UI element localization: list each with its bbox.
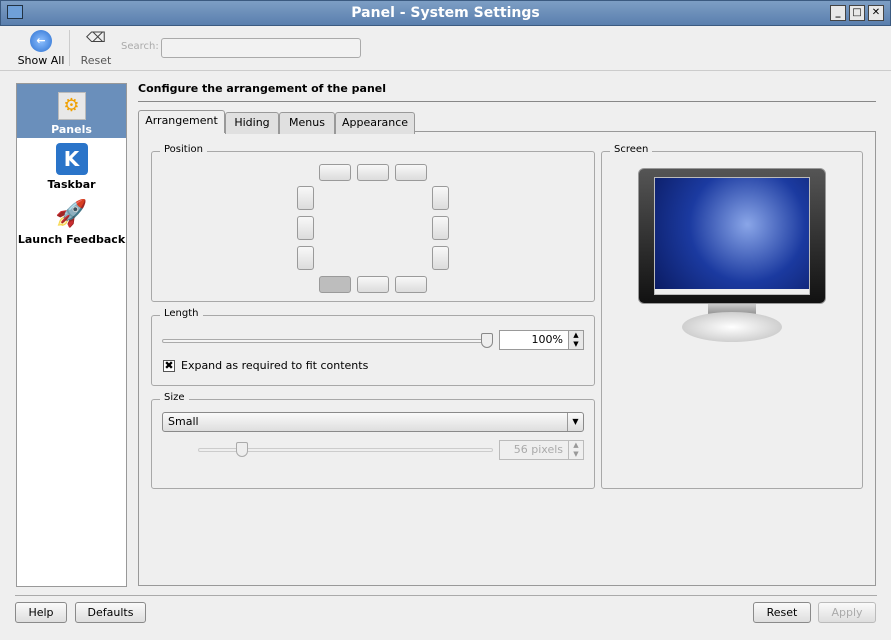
reset-label: Reset [80, 54, 112, 67]
length-slider-handle[interactable] [481, 333, 493, 348]
panel-preview [655, 289, 809, 294]
show-all-button[interactable]: ← Show All [16, 30, 66, 67]
clear-icon: ⌫ [86, 30, 106, 46]
reset-button[interactable]: Reset [753, 602, 811, 623]
position-bottom-right[interactable] [395, 276, 427, 293]
size-slider-handle[interactable] [236, 442, 248, 457]
screen-group: Screen [601, 144, 863, 489]
tab-hiding[interactable]: Hiding [225, 112, 279, 134]
reset-toolbar-button[interactable]: ⌫ Reset [76, 30, 116, 67]
position-top-right[interactable] [395, 164, 427, 181]
tab-menus[interactable]: Menus [279, 112, 335, 134]
position-top-left[interactable] [319, 164, 351, 181]
title-bar: Panel - System Settings [0, 0, 891, 26]
monitor-preview [638, 168, 826, 304]
size-group: Size Small ▼ 56 pixels ▲ ▼ [151, 392, 595, 489]
sidebar-item-label: Launch Feedback [17, 233, 126, 246]
expand-checkbox[interactable]: ✖ [163, 360, 175, 372]
rocket-icon: 🚀 [55, 199, 88, 229]
toolbar-separator [69, 30, 70, 66]
show-all-label: Show All [17, 54, 65, 67]
panels-icon: ⚙ [57, 92, 86, 120]
position-right-center[interactable] [432, 216, 449, 240]
position-right-top[interactable] [432, 186, 449, 210]
size-pixels-spinbox[interactable]: 56 pixels [499, 440, 569, 460]
group-label: Length [160, 308, 203, 319]
position-left-top[interactable] [297, 186, 314, 210]
divider [15, 595, 877, 596]
app-icon [7, 5, 23, 19]
page-title: Configure the arrangement of the panel [138, 82, 387, 95]
divider [138, 101, 876, 102]
minimize-button[interactable]: _ [830, 5, 846, 21]
kde-icon: K [55, 143, 88, 175]
monitor-stand [682, 312, 782, 342]
length-slider[interactable] [162, 339, 487, 343]
chevron-down-icon: ▼ [567, 413, 583, 431]
sidebar-item-label: Panels [51, 123, 92, 136]
back-arrow-icon: ← [30, 30, 52, 52]
position-bottom-center[interactable] [357, 276, 389, 293]
help-button[interactable]: Help [15, 602, 67, 623]
maximize-button[interactable]: □ [849, 5, 865, 21]
close-button[interactable]: ✕ [868, 5, 884, 21]
position-right-bottom[interactable] [432, 246, 449, 270]
size-dropdown[interactable]: Small ▼ [162, 412, 584, 432]
spin-arrows-icon[interactable]: ▲ ▼ [568, 440, 584, 460]
defaults-button[interactable]: Defaults [75, 602, 146, 623]
expand-label: Expand as required to fit contents [181, 359, 369, 372]
apply-button[interactable]: Apply [818, 602, 876, 623]
position-group: Position [151, 144, 595, 302]
sidebar-item-taskbar[interactable]: K Taskbar [17, 143, 126, 193]
search-input[interactable] [161, 38, 361, 58]
tab-appearance[interactable]: Appearance [335, 112, 415, 134]
divider [0, 70, 891, 71]
window-title: Panel - System Settings [351, 5, 540, 21]
position-left-bottom[interactable] [297, 246, 314, 270]
search-label: Search: [121, 41, 159, 52]
position-bottom-left-selected[interactable] [319, 276, 351, 293]
length-group: Length 100% ▲ ▼ ✖ Expand as required to f… [151, 308, 595, 386]
sidebar-item-label: Taskbar [47, 178, 96, 191]
group-label: Size [160, 392, 189, 403]
size-selected: Small [168, 415, 199, 428]
desktop-wallpaper [654, 177, 810, 295]
tab-arrangement[interactable]: Arrangement [138, 110, 225, 133]
group-label: Screen [610, 144, 653, 155]
length-spinbox[interactable]: 100% [499, 330, 569, 350]
sidebar-item-panels[interactable]: ⚙ Panels [17, 84, 126, 138]
spin-arrows-icon[interactable]: ▲ ▼ [568, 330, 584, 350]
group-label: Position [160, 144, 207, 155]
position-top-center[interactable] [357, 164, 389, 181]
sidebar-item-launch-feedback[interactable]: 🚀 Launch Feedback [17, 198, 126, 248]
position-left-center[interactable] [297, 216, 314, 240]
